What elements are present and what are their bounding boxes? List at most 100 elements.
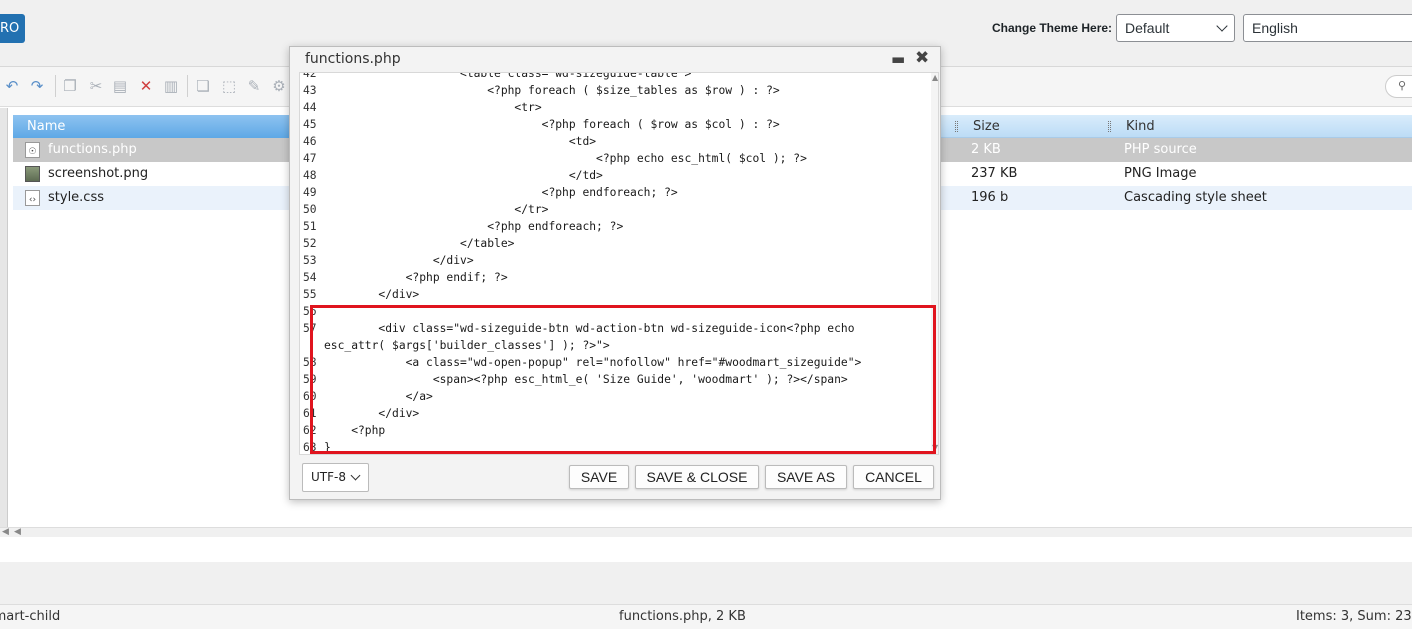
line-number: 42 [303,73,317,80]
change-theme-label: Change Theme Here: [992,21,1113,35]
code-text: <table class="wd-sizeguide-table"> [324,73,692,80]
line-number: 53 [303,254,317,267]
code-line: 60 </a> [300,388,930,405]
line-number: 62 [303,424,317,437]
toolbar-separator [187,75,188,97]
line-number: 59 [303,373,317,386]
save-close-button[interactable]: SAVE & CLOSE [635,465,759,489]
scroll-down-icon[interactable]: ▼ [932,443,938,452]
undo-icon[interactable]: ↶ [2,76,22,96]
code-text: <div class="wd-sizeguide-btn wd-action-b… [324,322,855,335]
file-name: functions.php [48,142,137,157]
encoding-value: UTF-8 [311,470,346,484]
file-size: 196 b [971,190,1009,205]
code-text: <a class="wd-open-popup" rel="nofollow" … [324,356,862,369]
duplicate-icon[interactable]: ❏ [193,76,213,96]
code-text: </div> [324,288,420,301]
code-line: 42 <table class="wd-sizeguide-table"> [300,73,930,82]
file-kind: PNG Image [1124,166,1197,181]
code-text: </div> [324,407,420,420]
redo-icon[interactable]: ↷ [27,76,47,96]
search-icon: ⚲ [1398,79,1407,92]
close-icon[interactable]: ✖ [915,48,929,68]
scroll-left-icon[interactable]: ◀ [14,527,21,537]
column-kind[interactable]: Kind [1126,115,1155,138]
pro-button[interactable]: RO [0,14,25,43]
code-text: esc_attr( $args['builder_classes'] ); ?>… [324,339,610,352]
code-text: <?php endforeach; ?> [324,220,624,233]
line-number: 54 [303,271,317,284]
code-text: <?php foreach ( $size_tables as $row ) :… [324,84,780,97]
line-number: 61 [303,407,317,420]
code-text: </tr> [324,203,549,216]
minimize-icon[interactable]: ▬ [891,50,905,68]
line-number: 44 [303,101,317,114]
language-select-value: English [1252,20,1298,36]
file-name: style.css [48,190,104,205]
code-text: <?php endforeach; ?> [324,186,678,199]
line-number: 50 [303,203,317,216]
status-path: lmart-child [0,609,61,624]
code-line: 48 </td> [300,167,930,184]
scroll-up-icon[interactable]: ▲ [932,73,938,82]
status-selection: functions.php, 2 KB [619,609,746,624]
theme-select[interactable]: Default [1116,14,1235,42]
extract-icon[interactable]: ⚙ [269,76,289,96]
line-number: 56 [303,305,317,318]
trash-icon[interactable]: ▥ [161,76,181,96]
column-resize-grip[interactable] [955,121,958,132]
save-as-button[interactable]: SAVE AS [765,465,847,489]
code-text: <?php echo esc_html( $col ); ?> [324,152,807,165]
line-number: 46 [303,135,317,148]
code-text: </td> [324,169,603,182]
code-line: 62 <?php [300,422,930,439]
code-text: </a> [324,390,433,403]
toolbar-separator [55,75,56,97]
file-name: screenshot.png [48,166,149,181]
delete-icon[interactable]: ✕ [136,76,156,96]
code-line: 56 [300,303,930,320]
line-number: 43 [303,84,317,97]
line-number: 58 [303,356,317,369]
paste-icon[interactable]: ▤ [110,76,130,96]
edit-file-dialog: functions.php ▬ ✖ 42 <table class="wd-si… [289,46,941,500]
column-name[interactable]: Name [13,115,293,138]
code-text: <?php endif; ?> [324,271,508,284]
save-button[interactable]: SAVE [569,465,629,489]
code-line: 55 </div> [300,286,930,303]
encoding-select[interactable]: UTF-8 [302,463,369,492]
code-line: 61 </div> [300,405,930,422]
file-size: 237 KB [971,166,1018,181]
code-line: 43 <?php foreach ( $size_tables as $row … [300,82,930,99]
dialog-title: functions.php [305,51,401,67]
vertical-scrollbar[interactable]: ▲ ▼ [931,73,938,454]
code-area[interactable]: 42 <table class="wd-sizeguide-table"> 43 … [300,73,930,454]
cancel-button[interactable]: CANCEL [853,465,934,489]
status-bar: lmart-child functions.php, 2 KB Items: 3… [0,604,1412,629]
code-line: 49 <?php endforeach; ?> [300,184,930,201]
search-input[interactable]: ⚲ [1385,75,1412,98]
line-number: 49 [303,186,317,199]
code-line: 63} [300,439,930,454]
select-icon[interactable]: ⬚ [219,76,239,96]
file-kind: Cascading style sheet [1124,190,1267,205]
code-text: <span><?php esc_html_e( 'Size Guide', 'w… [324,373,848,386]
column-size[interactable]: Size [973,115,1000,138]
line-number: 48 [303,169,317,182]
line-number: 57 [303,322,317,335]
copy-icon[interactable]: ❐ [60,76,80,96]
code-text: <?php [324,424,386,437]
code-line: 46 <td> [300,133,930,150]
code-line: 47 <?php echo esc_html( $col ); ?> [300,150,930,167]
edit-icon[interactable]: ✎ [244,76,264,96]
horizontal-scrollbar[interactable]: ◀ ◀ [0,527,1412,537]
php-file-icon: ☉ [25,142,40,158]
code-text: <tr> [324,101,542,114]
language-select[interactable]: English [1243,14,1412,42]
code-line: 59 <span><?php esc_html_e( 'Size Guide',… [300,371,930,388]
cut-icon[interactable]: ✂ [86,76,106,96]
code-editor[interactable]: 42 <table class="wd-sizeguide-table"> 43 … [299,72,939,455]
code-text: <?php foreach ( $row as $col ) : ?> [324,118,780,131]
scroll-left-icon[interactable]: ◀ [2,527,9,537]
column-resize-grip[interactable] [1108,121,1111,132]
